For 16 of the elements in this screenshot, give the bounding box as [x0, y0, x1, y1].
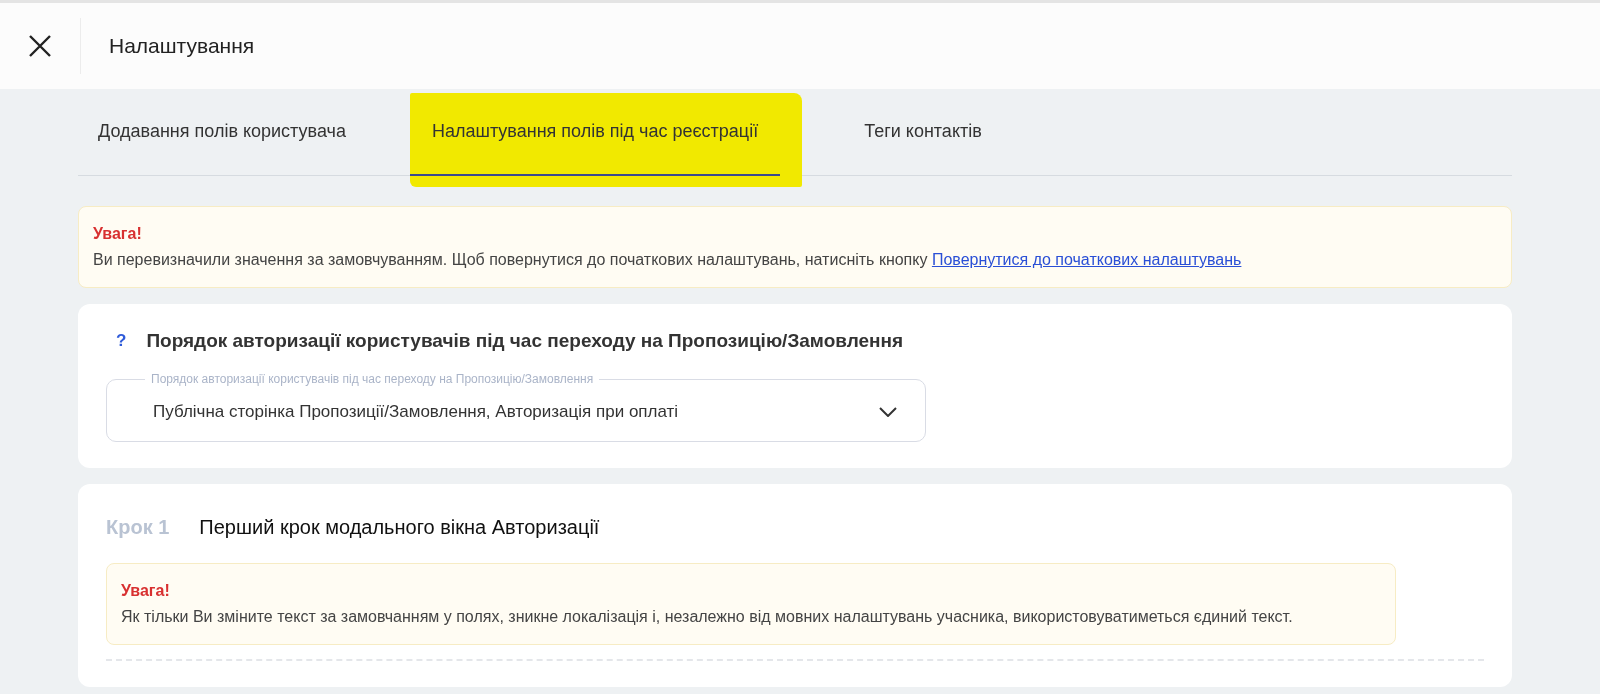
chevron-down-icon	[879, 406, 897, 417]
warning-text: Як тільки Ви зміните текст за замовчанням у полях, зникне локалізація і, незалежно від мовних налаштувань учасника, використовуватиметься єдиний текст.	[121, 607, 1294, 627]
step-title: Перший крок модального вікна Авторизації	[199, 516, 600, 539]
warning-text: Ви перевизначили значення за замовчуванням. Щоб повернутися до початкових налаштувань, натисніть кнопку Повернутися до початкових налаштувань	[93, 250, 1243, 270]
help-icon[interactable]: ?	[116, 331, 127, 351]
step-number: Крок 1	[106, 516, 170, 539]
reset-link[interactable]: Повернутися до початкових налаштувань	[931, 251, 1242, 268]
warning-title: Увага!	[93, 224, 143, 244]
tab[interactable]: Налаштування полів під час реєстрації	[409, 89, 781, 176]
close-icon	[29, 35, 51, 57]
page-title: Налаштування	[109, 34, 255, 58]
tab[interactable]: Теги контактів	[842, 89, 1004, 176]
select-field[interactable]: Порядок авторизації користувачів під час переходу на Пропозицію/Замовлення Публічна сторінка Пропозиції/Замовлення, Авторизація при оплаті	[106, 372, 926, 442]
section-title: Порядок авторизації користувачів під час переходу на Пропозицію/Замовлення	[146, 330, 904, 352]
tab[interactable]: Додавання полів користувача	[78, 89, 368, 176]
warning-title: Увага!	[121, 581, 171, 601]
